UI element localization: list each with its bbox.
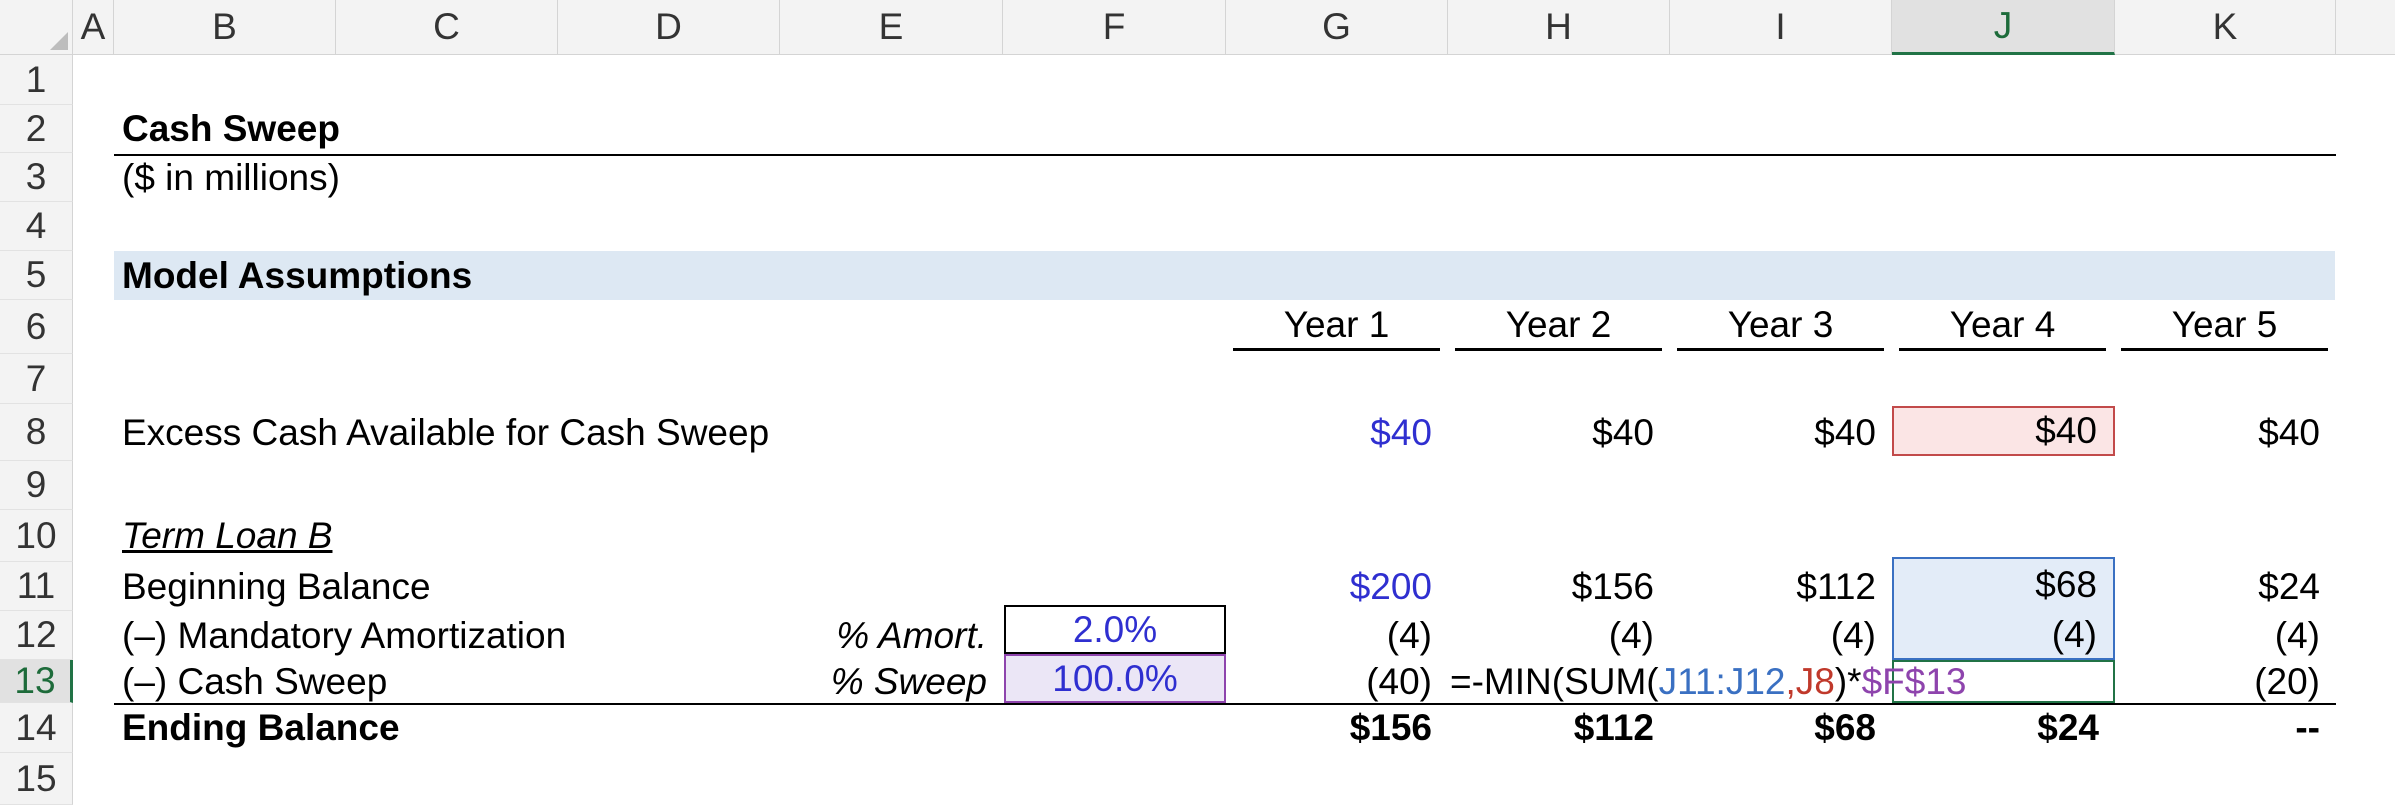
year-5-header[interactable]: Year 5 — [2121, 300, 2328, 349]
column-header-g[interactable]: G — [1226, 0, 1448, 55]
row-header-3[interactable]: 3 — [0, 153, 73, 202]
mandatory-amortization-year-1[interactable]: (4) — [1226, 611, 1448, 660]
mandatory-amortization-year-3[interactable]: (4) — [1670, 611, 1892, 660]
column-header-a[interactable]: A — [73, 0, 114, 55]
beginning-balance-year-5[interactable]: $24 — [2115, 562, 2336, 611]
row-header-13[interactable]: 13 — [0, 660, 73, 703]
column-header-d[interactable]: D — [558, 0, 780, 55]
formula-ref-j8: J8 — [1795, 660, 1835, 702]
beginning-balance-label[interactable]: Beginning Balance — [122, 562, 431, 611]
column-header-i[interactable]: I — [1670, 0, 1892, 55]
row-header-2[interactable]: 2 — [0, 105, 73, 153]
sweep-percent-label[interactable]: % Sweep — [780, 660, 1003, 703]
amort-percent-label[interactable]: % Amort. — [780, 611, 1003, 660]
ending-balance-year-4[interactable]: $24 — [1892, 703, 2115, 753]
select-all-corner[interactable] — [0, 0, 73, 55]
beginning-balance-year-4-referenced[interactable]: $68 — [1892, 557, 2115, 611]
excess-cash-year-2[interactable]: $40 — [1448, 404, 1670, 461]
column-header-overflow — [2336, 0, 2395, 55]
ending-balance-year-5[interactable]: -- — [2115, 703, 2336, 753]
year-3-header[interactable]: Year 3 — [1677, 300, 1884, 349]
title-underline — [114, 154, 2336, 156]
cash-sweep-year-1[interactable]: (40) — [1226, 660, 1448, 703]
formula-ref-f13: $F$13 — [1861, 660, 1967, 702]
mandatory-amortization-year-4-referenced[interactable]: (4) — [1892, 611, 2115, 660]
excess-cash-label[interactable]: Excess Cash Available for Cash Sweep — [122, 404, 769, 461]
row-header-4[interactable]: 4 — [0, 202, 73, 251]
year-1-underline — [1233, 348, 1440, 351]
sweep-percent-input-referenced[interactable]: 100.0% — [1004, 654, 1226, 703]
section-title[interactable]: Model Assumptions — [122, 251, 472, 300]
column-header-f[interactable]: F — [1003, 0, 1226, 55]
row-header-1[interactable]: 1 — [0, 55, 73, 105]
mandatory-amortization-label[interactable]: (–) Mandatory Amortization — [122, 611, 566, 660]
row-header-12[interactable]: 12 — [0, 611, 73, 660]
row-header-6[interactable]: 6 — [0, 300, 73, 354]
formula-in-cell-editor[interactable]: =-MIN(SUM(J11:J12, J8)* $F$13 — [1448, 660, 1967, 703]
row-header-5[interactable]: 5 — [0, 251, 73, 300]
excess-cash-year-5[interactable]: $40 — [2115, 404, 2336, 461]
excess-cash-year-4-referenced[interactable]: $40 — [1892, 406, 2115, 456]
beginning-balance-year-3[interactable]: $112 — [1670, 562, 1892, 611]
column-header-e[interactable]: E — [780, 0, 1003, 55]
column-header-j[interactable]: J — [1892, 0, 2115, 55]
row-header-14[interactable]: 14 — [0, 703, 73, 753]
formula-mid: )* — [1834, 660, 1862, 702]
units-subtitle[interactable]: ($ in millions) — [122, 153, 340, 202]
row-header-7[interactable]: 7 — [0, 354, 73, 404]
ending-balance-year-2[interactable]: $112 — [1448, 703, 1670, 753]
year-4-header[interactable]: Year 4 — [1899, 300, 2106, 349]
mandatory-amortization-year-5[interactable]: (4) — [2115, 611, 2336, 660]
amort-percent-input[interactable]: 2.0% — [1004, 605, 1226, 654]
row-header-8[interactable]: 8 — [0, 404, 73, 461]
term-loan-label[interactable]: Term Loan B — [122, 510, 332, 562]
year-1-header[interactable]: Year 1 — [1233, 300, 1440, 349]
cash-sweep-year-5[interactable]: (20) — [2115, 660, 2336, 703]
mandatory-amortization-year-2[interactable]: (4) — [1448, 611, 1670, 660]
excess-cash-year-3[interactable]: $40 — [1670, 404, 1892, 461]
beginning-balance-year-2[interactable]: $156 — [1448, 562, 1670, 611]
row-header-11[interactable]: 11 — [0, 562, 73, 611]
formula-separator: , — [1785, 660, 1796, 702]
column-header-c[interactable]: C — [336, 0, 558, 55]
column-header-k[interactable]: K — [2115, 0, 2336, 55]
sheet-title[interactable]: Cash Sweep — [122, 105, 340, 153]
year-2-header[interactable]: Year 2 — [1455, 300, 1662, 349]
ending-balance-year-3[interactable]: $68 — [1670, 703, 1892, 753]
formula-prefix: =-MIN(SUM( — [1450, 660, 1659, 702]
ending-balance-label[interactable]: Ending Balance — [122, 703, 400, 753]
beginning-balance-year-1[interactable]: $200 — [1226, 562, 1448, 611]
column-header-b[interactable]: B — [114, 0, 336, 55]
row-header-9[interactable]: 9 — [0, 461, 73, 510]
cash-sweep-label[interactable]: (–) Cash Sweep — [122, 660, 387, 703]
year-5-underline — [2121, 348, 2328, 351]
year-2-underline — [1455, 348, 1662, 351]
row-header-15[interactable]: 15 — [0, 753, 73, 805]
ending-balance-year-1[interactable]: $156 — [1226, 703, 1448, 753]
formula-ref-j11-j12: J11:J12 — [1658, 660, 1786, 702]
excess-cash-year-1[interactable]: $40 — [1226, 404, 1448, 461]
year-3-underline — [1677, 348, 1884, 351]
year-4-underline — [1899, 348, 2106, 351]
column-header-h[interactable]: H — [1448, 0, 1670, 55]
row-header-10[interactable]: 10 — [0, 510, 73, 562]
